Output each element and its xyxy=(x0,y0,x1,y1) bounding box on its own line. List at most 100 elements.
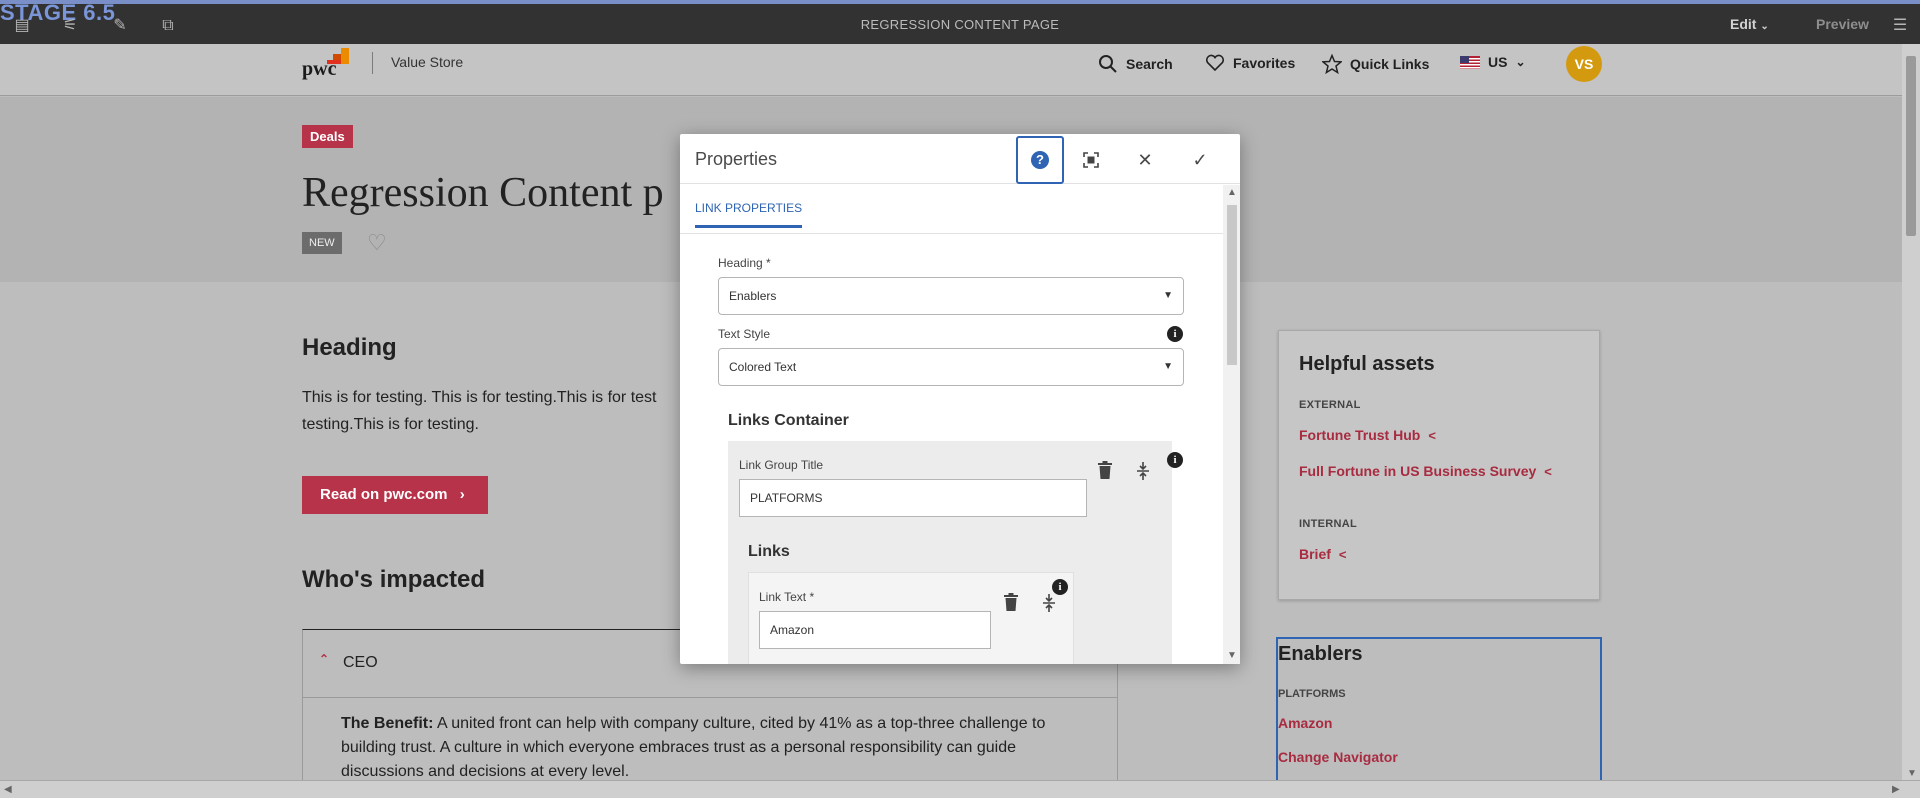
scroll-up-icon[interactable]: ▲ xyxy=(1227,187,1237,198)
section-heading: Heading xyxy=(302,334,397,361)
dialog-header: Properties ? ✕ ✓ xyxy=(680,134,1240,184)
asset-link-fortune-survey[interactable]: Full Fortune in US Business Survey < xyxy=(1299,463,1552,479)
mode-selector[interactable]: Edit ⌄ xyxy=(1730,16,1769,32)
trash-icon[interactable] xyxy=(1097,461,1113,484)
info-icon[interactable]: i xyxy=(1167,326,1183,342)
checkmark-icon: ✓ xyxy=(1192,149,1208,170)
share-icon: < xyxy=(1544,463,1552,479)
quick-links-button[interactable]: Quick Links xyxy=(1322,54,1429,74)
help-icon: ? xyxy=(1031,151,1049,169)
dialog-scroll-thumb[interactable] xyxy=(1227,205,1237,365)
properties-dialog: Properties ? ✕ ✓ LINK PROPERTIES Heading… xyxy=(680,134,1240,664)
search-icon xyxy=(1099,55,1117,73)
category-badge[interactable]: Deals xyxy=(302,125,353,148)
scrollbar-thumb[interactable] xyxy=(1906,56,1916,236)
page-horizontal-scrollbar[interactable]: ◀ ▶ xyxy=(0,780,1920,798)
fullscreen-icon xyxy=(1083,152,1099,168)
pwc-logo[interactable]: pwc xyxy=(302,58,336,81)
help-button[interactable]: ? xyxy=(1016,136,1064,184)
read-on-pwc-button[interactable]: Read on pwc.com › xyxy=(302,476,488,514)
asset-link-label: Brief xyxy=(1299,546,1331,562)
drag-handle-icon xyxy=(1137,462,1149,480)
search-label: Search xyxy=(1126,56,1173,72)
asset-link-label: Fortune Trust Hub xyxy=(1299,427,1421,443)
dialog-title: Properties xyxy=(695,149,778,169)
share-icon: < xyxy=(1338,546,1347,562)
text-style-label: Text Style xyxy=(718,327,771,341)
link-group-title-label: Link Group Title xyxy=(739,458,824,472)
site-header: pwc Value Store Search Favorites Quick L… xyxy=(0,44,1902,96)
impacted-heading: Who's impacted xyxy=(302,566,486,593)
info-icon[interactable]: i xyxy=(1052,579,1068,595)
link-item: Link Text * Amazon xyxy=(748,572,1074,664)
region-selector[interactable]: US ⌄ xyxy=(1460,54,1526,70)
close-icon: ✕ xyxy=(1137,149,1153,170)
link-text-label: Link Text * xyxy=(759,590,815,604)
tab-link-properties[interactable]: LINK PROPERTIES xyxy=(695,201,803,228)
body-text: This is for testing. This is for testing… xyxy=(302,389,657,433)
benefit-text: The Benefit: A united front can help wit… xyxy=(341,712,1101,782)
asset-link-fortune-trust-hub[interactable]: Fortune Trust Hub < xyxy=(1299,427,1436,443)
mode-label: Edit xyxy=(1730,16,1757,32)
header-divider xyxy=(372,52,373,74)
scroll-down-icon[interactable]: ▼ xyxy=(1907,768,1917,779)
benefit-body: A united front can help with company cul… xyxy=(341,715,1046,780)
scroll-right-icon[interactable]: ▶ xyxy=(1892,784,1900,795)
trash-icon[interactable] xyxy=(1003,593,1019,616)
annotations-icon[interactable]: ☰ xyxy=(1888,14,1912,38)
fullscreen-button[interactable] xyxy=(1067,136,1115,184)
page-heading: Regression Content p xyxy=(302,170,664,216)
helpful-assets-title: Helpful assets xyxy=(1299,353,1435,375)
link-group-title-input[interactable]: PLATFORMS xyxy=(739,479,1087,517)
preview-button[interactable]: Preview xyxy=(1816,16,1869,32)
asset-link-label: Full Fortune in US Business Survey xyxy=(1299,463,1537,479)
scroll-down-icon[interactable]: ▼ xyxy=(1227,650,1237,661)
links-container-title: Links Container xyxy=(728,412,849,429)
chevron-up-icon: ⌃ xyxy=(319,652,330,666)
chevron-down-icon: ▼ xyxy=(1163,361,1173,372)
chevron-down-icon: ⌄ xyxy=(1760,21,1769,32)
info-icon[interactable]: i xyxy=(1167,452,1183,468)
enabler-link-amazon[interactable]: Amazon xyxy=(1278,715,1332,731)
chevron-down-icon: ⌄ xyxy=(1515,55,1526,69)
favorites-button[interactable]: Favorites xyxy=(1205,54,1295,72)
star-icon xyxy=(1322,54,1342,74)
enablers-component[interactable]: Enablers PLATFORMS Amazon Change Navigat… xyxy=(1276,637,1602,797)
reorder-icon[interactable] xyxy=(1042,593,1056,618)
internal-label: INTERNAL xyxy=(1299,518,1358,530)
search-button[interactable]: Search xyxy=(1098,54,1173,74)
editor-toolbar: STAGE 6.5 ▤ ⚟ ✎ ⧉ REGRESSION CONTENT PAG… xyxy=(0,0,1920,44)
read-button-label: Read on pwc.com xyxy=(320,486,448,503)
trash-icon-svg xyxy=(1098,461,1112,479)
tab-divider xyxy=(680,233,1223,234)
text-style-value: Colored Text xyxy=(729,360,797,374)
links-title: Links xyxy=(748,543,790,560)
close-button[interactable]: ✕ xyxy=(1121,136,1169,184)
page-vertical-scrollbar[interactable]: ▼ xyxy=(1902,44,1920,780)
done-button[interactable]: ✓ xyxy=(1176,136,1224,184)
reorder-icon[interactable] xyxy=(1136,461,1150,486)
impact-label: CEO xyxy=(343,654,378,671)
heart-icon xyxy=(1205,54,1225,72)
chevron-down-icon: ▼ xyxy=(1163,290,1173,301)
text-style-select[interactable]: Colored Text ▼ xyxy=(718,348,1184,386)
link-text-input[interactable]: Amazon xyxy=(759,611,991,649)
heading-label: Heading * xyxy=(718,256,771,270)
scroll-left-icon[interactable]: ◀ xyxy=(4,784,12,795)
us-flag-icon xyxy=(1460,55,1480,69)
user-avatar[interactable]: VS xyxy=(1566,46,1602,82)
heading-value: Enablers xyxy=(729,289,777,303)
trash-icon-svg xyxy=(1004,593,1018,611)
enabler-link-change-navigator[interactable]: Change Navigator xyxy=(1278,749,1398,765)
store-name[interactable]: Value Store xyxy=(391,54,463,70)
chevron-right-icon: › xyxy=(459,486,465,503)
new-badge: NEW xyxy=(302,232,342,254)
quick-links-label: Quick Links xyxy=(1350,56,1430,72)
heading-select[interactable]: Enablers ▼ xyxy=(718,277,1184,315)
region-label: US xyxy=(1488,54,1508,70)
dialog-body: LINK PROPERTIES Heading * Enablers ▼ Tex… xyxy=(680,185,1223,664)
asset-link-brief[interactable]: Brief < xyxy=(1299,546,1347,562)
helpful-assets-panel: Helpful assets EXTERNAL Fortune Trust Hu… xyxy=(1278,330,1600,600)
favorite-heart-icon[interactable]: ♡ xyxy=(367,230,387,256)
dialog-scrollbar[interactable]: ▲ ▼ xyxy=(1223,185,1240,664)
